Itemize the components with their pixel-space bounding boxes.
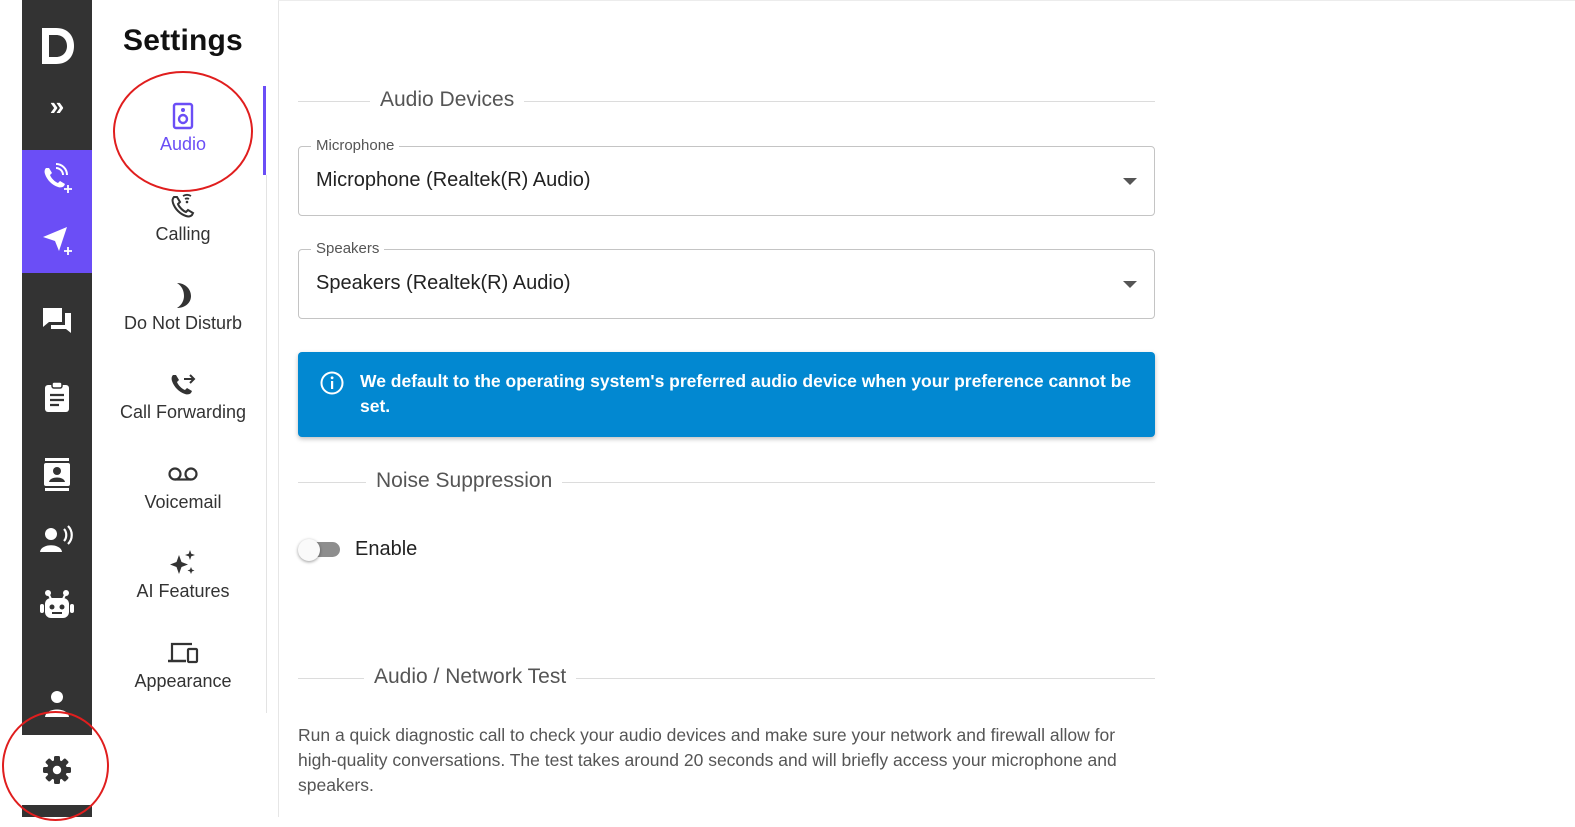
nav-item-label: Call Forwarding [119, 402, 247, 422]
ai-agents-button[interactable] [35, 585, 79, 625]
settings-nav: Settings Audio Calling Do Not Disturb Ca… [92, 0, 279, 817]
sparkles-icon [170, 550, 195, 574]
nav-item-voicemail[interactable]: Voicemail [100, 458, 266, 513]
nav-item-label: Calling [155, 224, 211, 244]
toggle-thumb [298, 539, 320, 561]
logo-icon[interactable] [36, 25, 78, 67]
alert-text: We default to the operating system's pre… [360, 371, 1132, 416]
user-icon [45, 691, 69, 717]
chat-icon [43, 308, 71, 333]
new-message-button[interactable] [35, 220, 79, 260]
section-title: Noise Suppression [366, 469, 563, 493]
field-label: Microphone [311, 137, 400, 154]
moon-icon [177, 283, 191, 308]
voice-button[interactable] [35, 520, 79, 560]
nav-item-appearance[interactable]: Appearance [100, 637, 266, 692]
info-alert: We default to the operating system's pre… [298, 352, 1155, 437]
contacts-button[interactable] [35, 455, 79, 495]
nav-item-label: Appearance [134, 671, 232, 691]
section-title: Audio Devices [370, 88, 525, 112]
speaker-icon [172, 102, 194, 130]
nav-item-do-not-disturb[interactable]: Do Not Disturb [100, 279, 266, 334]
section-title: Audio / Network Test [364, 665, 577, 689]
nav-item-calling[interactable]: Calling [100, 190, 266, 245]
nav-divider [266, 175, 267, 713]
info-icon [320, 371, 344, 395]
left-rail: » [22, 0, 92, 817]
voicemail-icon [168, 467, 198, 481]
double-chevron-right-icon: » [49, 91, 65, 121]
dropdown-arrow-icon [1123, 281, 1137, 288]
messages-button[interactable] [35, 300, 79, 340]
quick-actions-panel [22, 150, 92, 273]
field-value: Microphone (Realtek(R) Audio) [316, 169, 591, 191]
speakers-select[interactable]: Speakers Speakers (Realtek(R) Audio) [298, 240, 1155, 319]
nav-item-label: AI Features [136, 581, 230, 601]
section-header-network-test: Audio / Network Test [298, 663, 1155, 693]
app-window: » Settings Audio Calling Do Not Disturb … [0, 0, 1575, 827]
nav-item-audio[interactable]: Audio [100, 100, 266, 155]
microphone-select[interactable]: Microphone Microphone (Realtek(R) Audio) [298, 137, 1155, 216]
tasks-button[interactable] [35, 377, 79, 417]
top-border [278, 0, 1575, 1]
nav-item-call-forwarding[interactable]: Call Forwarding [100, 368, 266, 423]
nav-item-ai-features[interactable]: AI Features [100, 547, 266, 602]
clipboard-icon [45, 381, 69, 412]
nav-item-label: Do Not Disturb [123, 313, 243, 333]
phone-add-icon [44, 163, 72, 193]
noise-suppression-toggle[interactable] [298, 539, 342, 561]
nav-item-label: Audio [159, 134, 207, 154]
profile-button[interactable] [35, 683, 79, 723]
phone-wifi-icon [171, 194, 195, 218]
send-add-icon [43, 227, 72, 255]
section-header-noise-suppression: Noise Suppression [298, 467, 1155, 497]
nav-item-label: Voicemail [144, 492, 222, 512]
speaking-person-icon [40, 525, 73, 552]
devices-icon [168, 642, 199, 664]
settings-rail-slot [22, 735, 92, 805]
phone-forward-icon [171, 374, 196, 395]
page-title: Settings [123, 24, 243, 57]
network-test-description: Run a quick diagnostic call to check you… [298, 725, 1117, 795]
new-call-button[interactable] [35, 158, 79, 198]
dropdown-arrow-icon [1123, 178, 1137, 185]
field-value: Speakers (Realtek(R) Audio) [316, 272, 571, 294]
contacts-icon [44, 458, 70, 491]
toggle-label: Enable [355, 538, 418, 560]
gear-icon [43, 756, 71, 784]
settings-button[interactable] [35, 750, 79, 790]
robot-icon [40, 590, 74, 618]
field-label: Speakers [311, 240, 385, 257]
expand-sidebar-button[interactable]: » [42, 92, 72, 120]
section-header-audio-devices: Audio Devices [298, 86, 1155, 116]
